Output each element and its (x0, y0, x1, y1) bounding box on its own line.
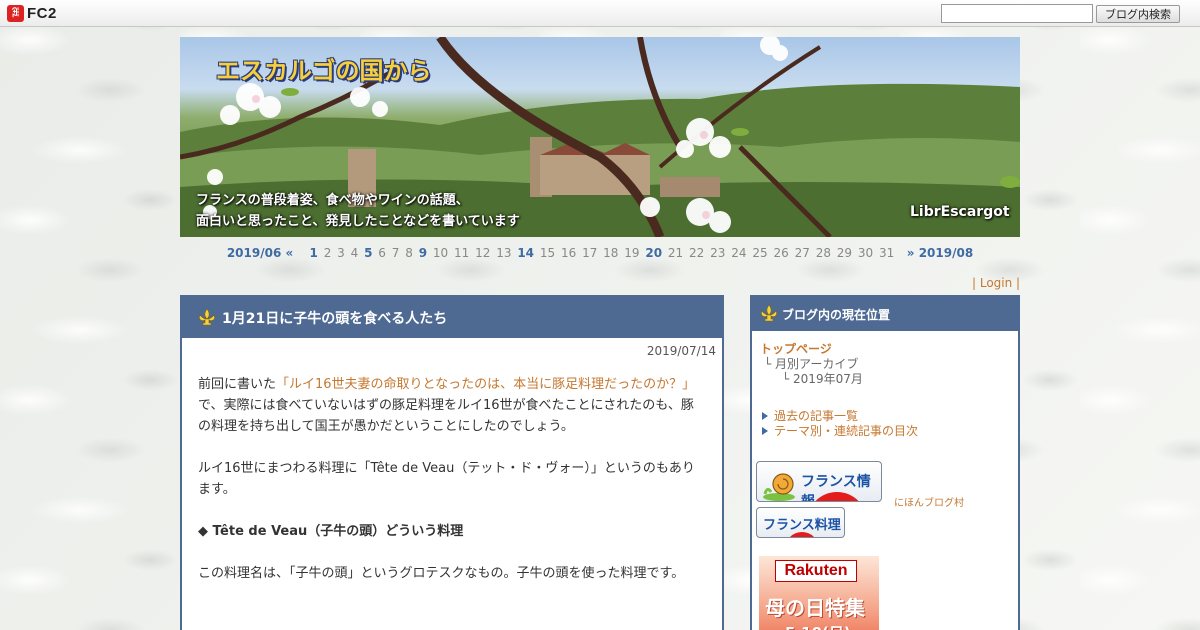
article-section-heading: ◆ Tête de Veau（子牛の頭）どういう料理 (198, 524, 464, 539)
calendar-day: 21 (667, 246, 684, 260)
sidebar-panel: ブログ内の現在位置 トップページ └ 月別アーカイブ └ 2019年07月 過去… (750, 295, 1020, 630)
calendar-day[interactable]: 9 (419, 246, 427, 260)
calendar-day: 16 (560, 246, 577, 260)
calendar-day: 27 (794, 246, 810, 260)
rakuten-ad-banner[interactable]: Rakuten 母の日特集 5.10(日) (759, 556, 879, 630)
calendar-day: 3 (337, 246, 345, 260)
article-body: 前回に書いた「ルイ16世夫妻の命取りとなったのは、本当に豚足料理だったのか？」で… (182, 358, 722, 584)
sidebar-link-label: 過去の記事一覧 (774, 409, 859, 423)
calendar-day: 13 (496, 246, 512, 260)
blog-ranking-badge-france-cuisine[interactable]: フランス料理 (756, 507, 845, 538)
article-inline-link[interactable]: 「ルイ16世夫妻の命取りとなったのは、本当に豚足料理だったのか？」 (276, 377, 695, 392)
calendar-day: 30 (857, 246, 874, 260)
calendar-day: 10 (432, 246, 449, 260)
calendar-day: 31 (879, 246, 895, 260)
calendar-day: 17 (582, 246, 598, 260)
calendar-day[interactable]: 20 (645, 246, 662, 260)
calendar-day: 24 (731, 246, 747, 260)
blog-author: LibrEscargot (910, 204, 1010, 220)
blog-search-button[interactable]: ブログ内検索 (1096, 5, 1180, 23)
calendar-day: 15 (539, 246, 556, 260)
breadcrumb-month: └ 2019年07月 (782, 372, 863, 386)
fleur-de-lis-icon (761, 304, 777, 322)
blog-description-line: 面白いと思ったこと、発見したことなどを書いています (196, 214, 520, 229)
rakuten-logo: Rakuten (775, 560, 857, 582)
badge-label: フランス料理 (763, 518, 841, 533)
calendar-day: 23 (710, 246, 726, 260)
ad-headline: 母の日特集 (765, 596, 865, 620)
article-paragraph: この料理名は、「子牛の頭」というグロテスクなもの。子牛の頭を使った料理です。 (198, 566, 685, 581)
blog-search-input[interactable] (941, 4, 1093, 23)
calendar-nav: 2019/06 « 1 2 3 4 5 6 7 8 9 10 11 12 13 … (0, 246, 1200, 260)
calendar-next-month-link[interactable]: » 2019/08 (907, 246, 973, 260)
fleur-de-lis-icon (199, 307, 215, 325)
fc2-logo[interactable]: ꍃ FC2 (7, 5, 57, 22)
calendar-day: 4 (350, 246, 359, 260)
blog-description: フランスの普段着姿、食べ物やワインの話題、 面白いと思ったこと、発見したことなど… (196, 190, 520, 232)
calendar-day: 22 (689, 246, 705, 260)
nihon-blog-mura-link[interactable]: にほんブログ村 (894, 494, 964, 509)
article-paragraph: 前回に書いた「ルイ16世夫妻の命取りとなったのは、本当に豚足料理だったのか？」で… (198, 374, 706, 437)
calendar-day[interactable]: 5 (364, 246, 372, 260)
calendar-day: 7 (391, 246, 400, 260)
calendar-day: 11 (453, 246, 470, 260)
sidebar-title: ブログ内の現在位置 (782, 307, 891, 322)
blog-ranking-badge-france-info[interactable]: フランス情報 (756, 461, 882, 502)
arrow-right-icon (762, 427, 768, 435)
fc2-toolbar: ꍃ FC2 ブログ内検索 (0, 0, 1200, 27)
arrow-right-icon (762, 412, 768, 420)
breadcrumb-top-page[interactable]: トップページ (760, 342, 1018, 357)
calendar-prev-month-link[interactable]: 2019/06 « (227, 246, 293, 260)
article-panel: 1月21日に子牛の頭を食べる人たち 2019/07/14 前回に書いた「ルイ16… (180, 295, 724, 630)
calendar-day: 25 (752, 246, 768, 260)
breadcrumb: トップページ └ 月別アーカイブ └ 2019年07月 (752, 331, 1018, 387)
calendar-day: 2 (323, 246, 332, 260)
article-text: 前回に書いた (198, 377, 277, 392)
calendar-day: 8 (405, 246, 413, 260)
calendar-day: 26 (773, 246, 789, 260)
blog-description-line: フランスの普段着姿、食べ物やワインの話題、 (196, 193, 469, 208)
snail-icon (763, 473, 795, 501)
login-link[interactable]: | Login | (972, 276, 1020, 290)
fc2-logo-icon: ꍃ (7, 5, 24, 22)
article-text: で、実際には食べていないはずの豚足料理をルイ16世が食べたことにされたのも、豚の… (198, 398, 694, 434)
sidebar-link-past-articles[interactable]: 過去の記事一覧 (762, 409, 1018, 424)
breadcrumb-archive[interactable]: └ 月別アーカイブ (760, 357, 1018, 372)
calendar-day[interactable]: 14 (517, 246, 534, 260)
article-date: 2019/07/14 (646, 344, 716, 358)
calendar-day: 6 (378, 246, 386, 260)
sidebar-header: ブログ内の現在位置 (752, 297, 1018, 331)
blog-header-banner[interactable]: エスカルゴの国から フランスの普段着姿、食べ物やワインの話題、 面白いと思ったこ… (180, 37, 1020, 237)
calendar-day: 29 (836, 246, 853, 260)
calendar-day: 28 (815, 246, 831, 260)
sidebar-links: 過去の記事一覧 テーマ別・連続記事の目次 (752, 387, 1018, 439)
calendar-days: 1 2 3 4 5 6 7 8 9 10 11 12 13 14 15 16 1… (309, 246, 900, 260)
article-header: 1月21日に子牛の頭を食べる人たち (182, 297, 722, 338)
sidebar-link-theme-index[interactable]: テーマ別・連続記事の目次 (762, 424, 1018, 439)
ad-date: 5.10(日) (785, 622, 851, 630)
fc2-logo-text: FC2 (27, 5, 57, 22)
badge-label: フランス情報 (801, 474, 871, 502)
calendar-day[interactable]: 1 (310, 246, 318, 260)
article-title[interactable]: 1月21日に子牛の頭を食べる人たち (222, 308, 447, 328)
calendar-day: 18 (603, 246, 619, 260)
blog-title: エスカルゴの国から (216, 57, 432, 85)
sidebar-link-label: テーマ別・連続記事の目次 (774, 424, 919, 438)
article-paragraph: ルイ16世にまつわる料理に「Tête de Veau（テット・ド・ヴォー）」とい… (198, 461, 695, 497)
calendar-day: 19 (624, 246, 640, 260)
calendar-day: 12 (475, 246, 491, 260)
